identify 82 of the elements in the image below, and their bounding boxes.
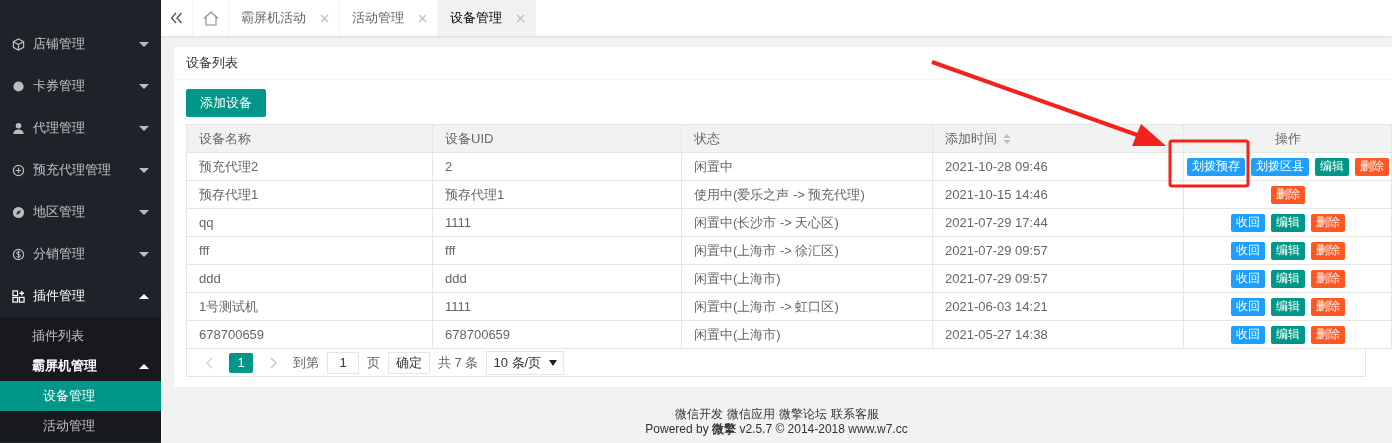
page-tab[interactable]: 设备管理 xyxy=(438,0,536,36)
table-cell: 2021-05-27 14:38 xyxy=(933,321,1184,348)
footer-link[interactable]: 微信应用 xyxy=(726,407,775,422)
action-button[interactable]: 删除 xyxy=(1310,297,1345,316)
table-cell: 1111 xyxy=(433,293,682,320)
table-cell: ddd xyxy=(187,265,433,292)
card-title: 设备列表 xyxy=(186,54,238,72)
add-device-button[interactable]: 添加设备 xyxy=(186,89,266,117)
confirm-button[interactable]: 确定 xyxy=(388,351,430,374)
tab-label: 设备管理 xyxy=(450,9,502,27)
page-tab[interactable]: 霸屏机活动 xyxy=(229,0,340,36)
table-cell: 闲置中(上海市) xyxy=(682,321,933,348)
action-button[interactable]: 划拨预存 xyxy=(1186,157,1245,176)
action-button[interactable]: 收回 xyxy=(1230,269,1265,288)
action-button[interactable]: 删除 xyxy=(1354,157,1389,176)
action-button[interactable]: 编辑 xyxy=(1270,297,1305,316)
page-input[interactable]: 1 xyxy=(327,351,359,374)
table-cell: 2021-07-29 09:57 xyxy=(933,237,1184,264)
table-cell: 1111 xyxy=(433,209,682,236)
table-cell: fff xyxy=(433,237,682,264)
table-cell: 预存代理1 xyxy=(187,181,433,208)
footer-link[interactable]: 联系客服 xyxy=(830,407,879,422)
total-count: 共 7 条 xyxy=(438,353,479,372)
action-button[interactable]: 删除 xyxy=(1270,185,1305,204)
table-cell: 2021-07-29 09:57 xyxy=(933,265,1184,292)
sidebar-item[interactable]: 预充代理管理 xyxy=(0,149,161,191)
action-button[interactable]: 收回 xyxy=(1230,325,1265,344)
footer-link[interactable]: 微擎论坛 xyxy=(778,407,827,422)
table-cell: 1号测试机 xyxy=(187,293,433,320)
action-button[interactable]: 划拨区县 xyxy=(1250,157,1309,176)
action-button[interactable]: 编辑 xyxy=(1270,213,1305,232)
table-cell: 预充代理2 xyxy=(187,153,433,180)
tab-label: 霸屏机活动 xyxy=(241,9,306,27)
tab-label: 活动管理 xyxy=(352,9,404,27)
table-cell: 闲置中(长沙市 -> 天心区) xyxy=(682,209,933,236)
table-cell: fff xyxy=(187,237,433,264)
powered-by-text: Powered by 微擎 v2.5.7 © 2014-2018 www.w7.cc xyxy=(645,422,908,437)
table-cell: 2021-07-29 17:44 xyxy=(933,209,1184,236)
goto-label: 到第 xyxy=(293,353,319,372)
column-header: 操作 xyxy=(1184,125,1392,152)
table-cell: 2021-10-28 09:46 xyxy=(933,153,1184,180)
action-button[interactable]: 收回 xyxy=(1230,241,1265,260)
table-cell: 闲置中(上海市 -> 徐汇区) xyxy=(682,237,933,264)
action-button[interactable]: 删除 xyxy=(1310,269,1345,288)
action-button[interactable]: 删除 xyxy=(1310,213,1345,232)
table-cell: 闲置中 xyxy=(682,153,933,180)
table-cell: 闲置中(上海市) xyxy=(682,265,933,292)
sidebar-item[interactable]: 代理管理 xyxy=(0,107,161,149)
table-cell: 使用中(爱乐之声 -> 预充代理) xyxy=(682,181,933,208)
action-button[interactable]: 编辑 xyxy=(1314,157,1349,176)
column-header: 状态 xyxy=(682,125,933,152)
page-button[interactable]: 1 xyxy=(229,352,253,373)
action-button[interactable]: 编辑 xyxy=(1270,269,1305,288)
table-cell: 678700659 xyxy=(433,321,682,348)
page-size-select[interactable]: 10 条/页 xyxy=(486,350,565,375)
sidebar-item[interactable]: 插件管理 xyxy=(0,275,161,317)
action-button[interactable]: 删除 xyxy=(1310,325,1345,344)
column-header: 设备UID xyxy=(433,125,682,152)
table-cell: 2021-10-15 14:46 xyxy=(933,181,1184,208)
sidebar-item[interactable]: 店铺管理 xyxy=(0,23,161,65)
table-cell: ddd xyxy=(433,265,682,292)
action-button[interactable]: 收回 xyxy=(1230,213,1265,232)
table-cell: qq xyxy=(187,209,433,236)
column-header: 设备名称 xyxy=(187,125,433,152)
sidebar-item[interactable]: 分销管理 xyxy=(0,233,161,275)
submenu-item[interactable]: 活动管理 xyxy=(0,411,161,441)
table-cell: 678700659 xyxy=(187,321,433,348)
submenu-item[interactable]: 插件列表 xyxy=(0,321,161,351)
action-button[interactable]: 编辑 xyxy=(1270,241,1305,260)
table-cell: 2021-06-03 14:21 xyxy=(933,293,1184,320)
action-button[interactable]: 编辑 xyxy=(1270,325,1305,344)
action-button[interactable]: 删除 xyxy=(1310,241,1345,260)
page-unit: 页 xyxy=(367,353,380,372)
table-cell: 闲置中(上海市 -> 虹口区) xyxy=(682,293,933,320)
submenu-item[interactable]: 霸屏机管理 xyxy=(0,351,161,381)
footer-link[interactable]: 微信开发 xyxy=(674,407,723,422)
sidebar-item[interactable]: 卡券管理 xyxy=(0,65,161,107)
table-cell: 2 xyxy=(433,153,682,180)
action-button[interactable]: 收回 xyxy=(1230,297,1265,316)
submenu-item[interactable]: 设备管理 xyxy=(0,381,161,411)
sidebar-item[interactable]: 地区管理 xyxy=(0,191,161,233)
table-cell: 预存代理1 xyxy=(433,181,682,208)
